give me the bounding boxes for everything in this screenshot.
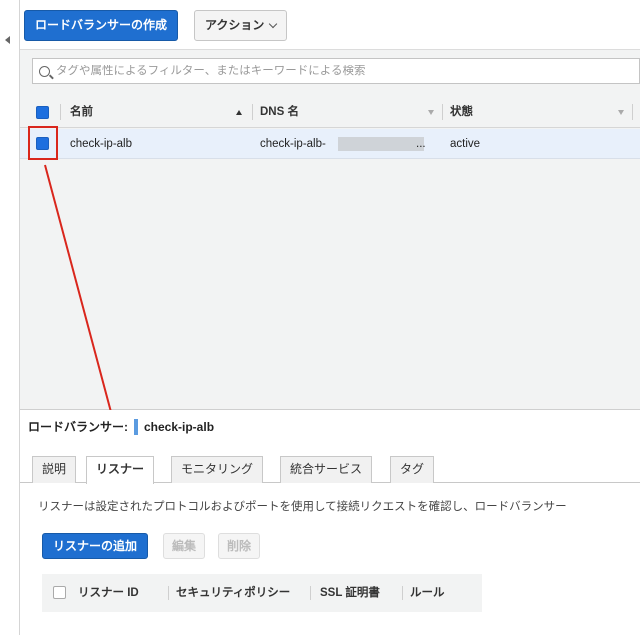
column-divider — [442, 104, 443, 120]
edit-button[interactable]: 編集 — [163, 533, 206, 559]
column-divider — [632, 104, 633, 120]
detail-panel: ロードバランサー: check-ip-alb 説明 リスナー モニタリング 統合… — [20, 410, 640, 635]
column-header-name[interactable]: 名前 — [70, 96, 93, 128]
create-load-balancer-button[interactable]: ロードバランサーの作成 — [24, 10, 179, 41]
search-icon — [39, 65, 50, 77]
tab-integrated-services[interactable]: 統合サービス — [280, 456, 373, 483]
title-value: check-ip-alb — [144, 419, 215, 434]
tab-monitoring[interactable]: モニタリング — [171, 456, 264, 483]
load-balancer-list: 名前 DNS 名 状態 check-ip-alb check-ip-alb- .… — [20, 50, 640, 410]
sort-ascending-icon[interactable] — [236, 110, 242, 115]
detail-tabs: 説明 リスナー モニタリング 統合サービス タグ — [20, 456, 640, 484]
title-accent-bar — [134, 418, 138, 435]
sort-icon[interactable] — [618, 110, 624, 115]
listener-description: リスナーは設定されたプロトコルおよびポートを使用して接続リクエストを確認し、ロー… — [38, 501, 567, 513]
row-state: active — [450, 138, 481, 150]
checkbox-highlight-box — [28, 126, 58, 160]
left-rail[interactable] — [0, 0, 20, 635]
redacted-dns-mask — [338, 137, 424, 151]
select-all-checkbox[interactable] — [36, 106, 49, 119]
column-divider — [168, 586, 169, 600]
table-row[interactable]: check-ip-alb check-ip-alb- ... active — [20, 129, 640, 159]
row-name: check-ip-alb — [70, 138, 132, 150]
column-divider — [310, 586, 311, 600]
column-header-state[interactable]: 状態 — [450, 96, 473, 128]
tab-description[interactable]: 説明 — [32, 456, 77, 483]
column-header-security-policy[interactable]: セキュリティポリシー — [176, 574, 290, 612]
row-dns-ellipsis: ... — [416, 138, 426, 150]
listener-table-header: リスナー ID セキュリティポリシー SSL 証明書 ルール — [42, 574, 482, 612]
column-header-listener-id[interactable]: リスナー ID — [78, 574, 139, 612]
load-balancer-title: ロードバランサー: check-ip-alb — [28, 418, 214, 435]
column-divider — [252, 104, 253, 120]
top-toolbar: ロードバランサーの作成 アクション — [20, 0, 640, 50]
search-box[interactable] — [32, 58, 640, 84]
delete-button[interactable]: 削除 — [218, 533, 261, 559]
column-header-dns[interactable]: DNS 名 — [260, 96, 299, 128]
tab-listeners[interactable]: リスナー — [86, 456, 155, 484]
column-divider — [402, 586, 403, 600]
search-input[interactable] — [56, 65, 616, 77]
listener-select-all-checkbox[interactable] — [53, 586, 66, 599]
table-header: 名前 DNS 名 状態 — [20, 96, 640, 128]
column-header-ssl-certificate[interactable]: SSL 証明書 — [320, 574, 380, 612]
actions-dropdown-button[interactable]: アクション — [194, 10, 288, 41]
chevron-down-icon — [269, 19, 278, 29]
collapse-arrow-icon[interactable] — [5, 36, 10, 44]
column-header-rules[interactable]: ルール — [410, 574, 445, 612]
add-listener-button[interactable]: リスナーの追加 — [42, 533, 149, 559]
tab-tags[interactable]: タグ — [390, 456, 435, 483]
row-dns: check-ip-alb- — [260, 138, 326, 150]
sort-icon[interactable] — [428, 110, 434, 115]
actions-label: アクション — [205, 18, 265, 32]
column-divider — [60, 104, 61, 120]
title-label: ロードバランサー: — [28, 420, 128, 434]
